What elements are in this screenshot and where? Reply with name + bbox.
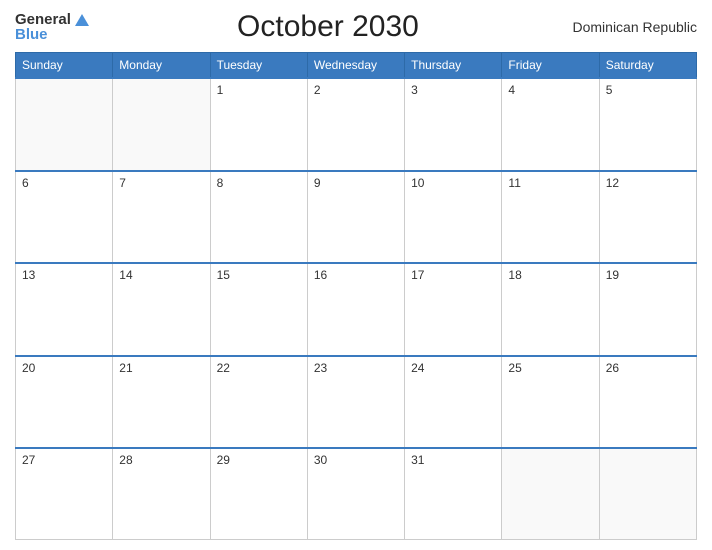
day-number: 7 (119, 176, 126, 190)
day-number: 5 (606, 83, 613, 97)
calendar-header: SundayMondayTuesdayWednesdayThursdayFrid… (16, 53, 697, 79)
region-label: Dominican Republic (567, 19, 697, 35)
logo-general-text: General (15, 12, 71, 27)
logo-blue-text: Blue (15, 27, 89, 42)
calendar-week-row: 1 2 3 4 5 (16, 78, 697, 171)
logo-triangle-icon (75, 14, 89, 26)
weekday-header-sunday: Sunday (16, 53, 113, 79)
day-number: 3 (411, 83, 418, 97)
day-number: 16 (314, 268, 327, 282)
day-number: 26 (606, 361, 619, 375)
calendar-day-cell: 2 (307, 78, 404, 171)
logo: General Blue (15, 12, 89, 42)
calendar-day-cell: 5 (599, 78, 696, 171)
calendar-table: SundayMondayTuesdayWednesdayThursdayFrid… (15, 52, 697, 540)
calendar-day-cell: 13 (16, 263, 113, 356)
weekday-header-monday: Monday (113, 53, 210, 79)
day-number: 18 (508, 268, 521, 282)
day-number: 22 (217, 361, 230, 375)
calendar-day-cell: 12 (599, 171, 696, 264)
calendar-day-cell (16, 78, 113, 171)
page-header: General Blue October 2030 Dominican Repu… (15, 10, 697, 44)
calendar-week-row: 6 7 8 9 10 11 12 (16, 171, 697, 264)
day-number: 6 (22, 176, 29, 190)
day-number: 31 (411, 453, 424, 467)
day-number: 30 (314, 453, 327, 467)
calendar-day-cell: 19 (599, 263, 696, 356)
weekday-header-row: SundayMondayTuesdayWednesdayThursdayFrid… (16, 53, 697, 79)
day-number: 21 (119, 361, 132, 375)
day-number: 4 (508, 83, 515, 97)
calendar-week-row: 20 21 22 23 24 25 26 (16, 356, 697, 449)
weekday-header-thursday: Thursday (405, 53, 502, 79)
calendar-day-cell: 27 (16, 448, 113, 539)
calendar-day-cell: 25 (502, 356, 599, 449)
calendar-day-cell: 29 (210, 448, 307, 539)
day-number: 15 (217, 268, 230, 282)
weekday-header-tuesday: Tuesday (210, 53, 307, 79)
calendar-day-cell: 23 (307, 356, 404, 449)
calendar-day-cell: 22 (210, 356, 307, 449)
calendar-day-cell: 30 (307, 448, 404, 539)
day-number: 25 (508, 361, 521, 375)
day-number: 24 (411, 361, 424, 375)
day-number: 27 (22, 453, 35, 467)
calendar-day-cell: 15 (210, 263, 307, 356)
day-number: 28 (119, 453, 132, 467)
day-number: 29 (217, 453, 230, 467)
calendar-day-cell: 8 (210, 171, 307, 264)
calendar-day-cell: 26 (599, 356, 696, 449)
calendar-day-cell: 4 (502, 78, 599, 171)
day-number: 10 (411, 176, 424, 190)
day-number: 1 (217, 83, 224, 97)
day-number: 14 (119, 268, 132, 282)
calendar-day-cell: 14 (113, 263, 210, 356)
calendar-day-cell: 11 (502, 171, 599, 264)
calendar-week-row: 13 14 15 16 17 18 19 (16, 263, 697, 356)
day-number: 12 (606, 176, 619, 190)
calendar-day-cell (599, 448, 696, 539)
day-number: 23 (314, 361, 327, 375)
day-number: 9 (314, 176, 321, 190)
calendar-body: 1234567891011121314151617181920212223242… (16, 78, 697, 540)
day-number: 2 (314, 83, 321, 97)
weekday-header-saturday: Saturday (599, 53, 696, 79)
weekday-header-friday: Friday (502, 53, 599, 79)
calendar-day-cell (113, 78, 210, 171)
weekday-header-wednesday: Wednesday (307, 53, 404, 79)
calendar-day-cell: 31 (405, 448, 502, 539)
day-number: 11 (508, 176, 520, 190)
day-number: 8 (217, 176, 224, 190)
calendar-day-cell (502, 448, 599, 539)
calendar-day-cell: 7 (113, 171, 210, 264)
calendar-day-cell: 18 (502, 263, 599, 356)
calendar-day-cell: 21 (113, 356, 210, 449)
calendar-day-cell: 1 (210, 78, 307, 171)
day-number: 19 (606, 268, 619, 282)
calendar-title: October 2030 (89, 10, 567, 44)
day-number: 17 (411, 268, 424, 282)
calendar-day-cell: 3 (405, 78, 502, 171)
calendar-day-cell: 9 (307, 171, 404, 264)
calendar-day-cell: 16 (307, 263, 404, 356)
calendar-week-row: 27 28 29 30 31 (16, 448, 697, 539)
calendar-day-cell: 6 (16, 171, 113, 264)
calendar-day-cell: 17 (405, 263, 502, 356)
calendar-day-cell: 24 (405, 356, 502, 449)
calendar-day-cell: 20 (16, 356, 113, 449)
day-number: 20 (22, 361, 35, 375)
calendar-day-cell: 28 (113, 448, 210, 539)
calendar-day-cell: 10 (405, 171, 502, 264)
day-number: 13 (22, 268, 35, 282)
